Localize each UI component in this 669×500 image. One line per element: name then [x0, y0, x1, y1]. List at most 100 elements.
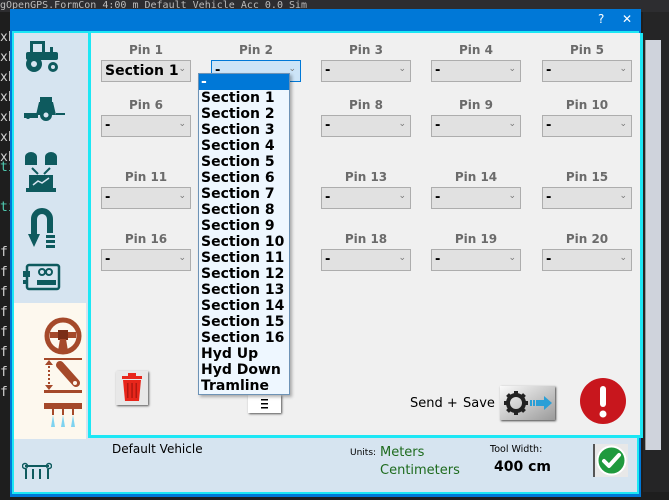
pin-1-value: Section 1: [105, 63, 179, 79]
pin-9-select[interactable]: - ⌄: [431, 115, 521, 137]
pin-8-value: -: [325, 118, 331, 133]
pin-10-value: -: [546, 118, 552, 133]
config-dialog: ? ✕ Pin 1 Section 1 ⌄ Pin 2 - ⌄ Pin 3 - …: [10, 9, 643, 497]
units-primary: Meters: [380, 445, 425, 460]
pin-19-value: -: [435, 252, 441, 267]
pin-3-group: Pin 3- ⌄: [321, 42, 411, 82]
pin-20-label: Pin 20: [565, 232, 609, 246]
chevron-down-icon: ⌄: [619, 119, 627, 129]
pin-3-select[interactable]: - ⌄: [321, 60, 411, 82]
pin-13-value: -: [325, 190, 331, 205]
sidebar-item-uturn[interactable]: [28, 207, 58, 253]
dropdown-option[interactable]: Section 3: [199, 122, 289, 138]
pin-1-group: Pin 1 Section 1 ⌄: [101, 42, 191, 82]
dropdown-option[interactable]: Section 2: [199, 106, 289, 122]
pin-16-label: Pin 16: [124, 232, 168, 246]
alert-icon[interactable]: [580, 378, 626, 424]
pin-20-value: -: [546, 252, 552, 267]
sidebar-item-hitch[interactable]: [42, 357, 84, 399]
dropdown-option[interactable]: Section 12: [199, 266, 289, 282]
dropdown-option[interactable]: Tramline: [199, 378, 289, 394]
list-button[interactable]: [248, 395, 281, 413]
pin-5-value: -: [546, 63, 552, 78]
dropdown-option[interactable]: Section 14: [199, 298, 289, 314]
pin-5-select[interactable]: - ⌄: [542, 60, 632, 82]
pin-4-select[interactable]: - ⌄: [431, 60, 521, 82]
send-save-button[interactable]: [500, 386, 555, 420]
pin-1-select[interactable]: Section 1 ⌄: [101, 60, 191, 82]
pin-11-select[interactable]: - ⌄: [101, 187, 191, 209]
close-button[interactable]: ✕: [622, 12, 632, 26]
pin-config-panel: Pin 1 Section 1 ⌄ Pin 2- ⌄ Pin 3- ⌄ Pin 4- ⌄ Pin …: [88, 33, 643, 438]
dropdown-option[interactable]: Hyd Down: [199, 362, 289, 378]
checkmark-icon: [596, 445, 627, 476]
chevron-down-icon: ⌄: [508, 64, 516, 74]
units-secondary: Centimeters: [380, 463, 460, 478]
chevron-down-icon: ⌄: [508, 119, 516, 129]
steering-wheel-icon: [44, 317, 82, 355]
pin-19-select[interactable]: - ⌄: [431, 249, 521, 271]
chevron-down-icon: ⌄: [178, 119, 186, 129]
dropdown-option[interactable]: Section 10: [199, 234, 289, 250]
chevron-down-icon: ⌄: [619, 191, 627, 201]
tool-width-value: 400 cm: [494, 459, 551, 475]
dropdown-option[interactable]: Section 6: [199, 170, 289, 186]
pin-19-group: Pin 19- ⌄: [431, 231, 521, 271]
pin-18-value: -: [325, 252, 331, 267]
sidebar-item-vehicle[interactable]: [22, 39, 62, 79]
dropdown-option[interactable]: Section 7: [199, 186, 289, 202]
pin-9-group: Pin 9- ⌄: [431, 97, 521, 137]
dropdown-option[interactable]: Hyd Up: [199, 346, 289, 362]
pin-13-select[interactable]: - ⌄: [321, 187, 411, 209]
chevron-down-icon: ⌄: [508, 191, 516, 201]
chevron-down-icon: ⌄: [619, 253, 627, 263]
pin-15-select[interactable]: - ⌄: [542, 187, 632, 209]
pin-18-group: Pin 18- ⌄: [321, 231, 411, 271]
data-sources-icon: [25, 152, 57, 192]
dropdown-option[interactable]: -: [199, 74, 289, 90]
chevron-down-icon: ⌄: [398, 119, 406, 129]
units-label: Units:: [350, 448, 377, 458]
chevron-down-icon: ⌄: [619, 64, 627, 74]
chevron-down-icon: ⌄: [508, 253, 516, 263]
sidebar-item-steering[interactable]: [44, 317, 82, 359]
dropdown-option[interactable]: Section 13: [199, 282, 289, 298]
pin-6-select[interactable]: - ⌄: [101, 115, 191, 137]
dropdown-option[interactable]: Section 11: [199, 250, 289, 266]
pin-10-label: Pin 10: [565, 98, 609, 112]
vehicle-name: Default Vehicle: [112, 442, 203, 456]
help-button[interactable]: ?: [598, 12, 604, 26]
pin-6-label: Pin 6: [129, 98, 163, 112]
pin-5-group: Pin 5- ⌄: [542, 42, 632, 82]
dropdown-option[interactable]: Section 5: [199, 154, 289, 170]
pin-11-label: Pin 11: [124, 170, 168, 184]
pin-11-value: -: [105, 190, 111, 205]
sidebar-item-implement[interactable]: [22, 95, 66, 129]
dropdown-option[interactable]: Section 16: [199, 330, 289, 346]
sidebar-item-data-sources[interactable]: [22, 151, 62, 199]
ok-button[interactable]: [593, 444, 628, 477]
dropdown-option[interactable]: Section 4: [199, 138, 289, 154]
pin-10-select[interactable]: - ⌄: [542, 115, 632, 137]
chevron-down-icon: ⌄: [178, 253, 186, 263]
pin-4-label: Pin 4: [459, 43, 493, 57]
pin-8-select[interactable]: - ⌄: [321, 115, 411, 137]
dropdown-option[interactable]: Section 1: [199, 90, 289, 106]
sidebar-item-sections[interactable]: [42, 401, 84, 435]
pin-3-value: -: [325, 63, 331, 78]
dropdown-option[interactable]: Section 15: [199, 314, 289, 330]
pin-16-select[interactable]: - ⌄: [101, 249, 191, 271]
pin-18-select[interactable]: - ⌄: [321, 249, 411, 271]
pin-14-group: Pin 14- ⌄: [431, 169, 521, 209]
dropdown-option[interactable]: Section 8: [199, 202, 289, 218]
chevron-down-icon: ⌄: [398, 64, 406, 74]
pin-20-select[interactable]: - ⌄: [542, 249, 632, 271]
pin-16-group: Pin 16 - ⌄: [101, 231, 191, 271]
pin-14-select[interactable]: - ⌄: [431, 187, 521, 209]
sidebar: [14, 33, 86, 439]
dropdown-option[interactable]: Section 9: [199, 218, 289, 234]
delete-button[interactable]: [116, 371, 148, 405]
pin-13-group: Pin 13- ⌄: [321, 169, 411, 209]
sidebar-item-arduino[interactable]: [22, 263, 62, 297]
pin-9-value: -: [435, 118, 441, 133]
